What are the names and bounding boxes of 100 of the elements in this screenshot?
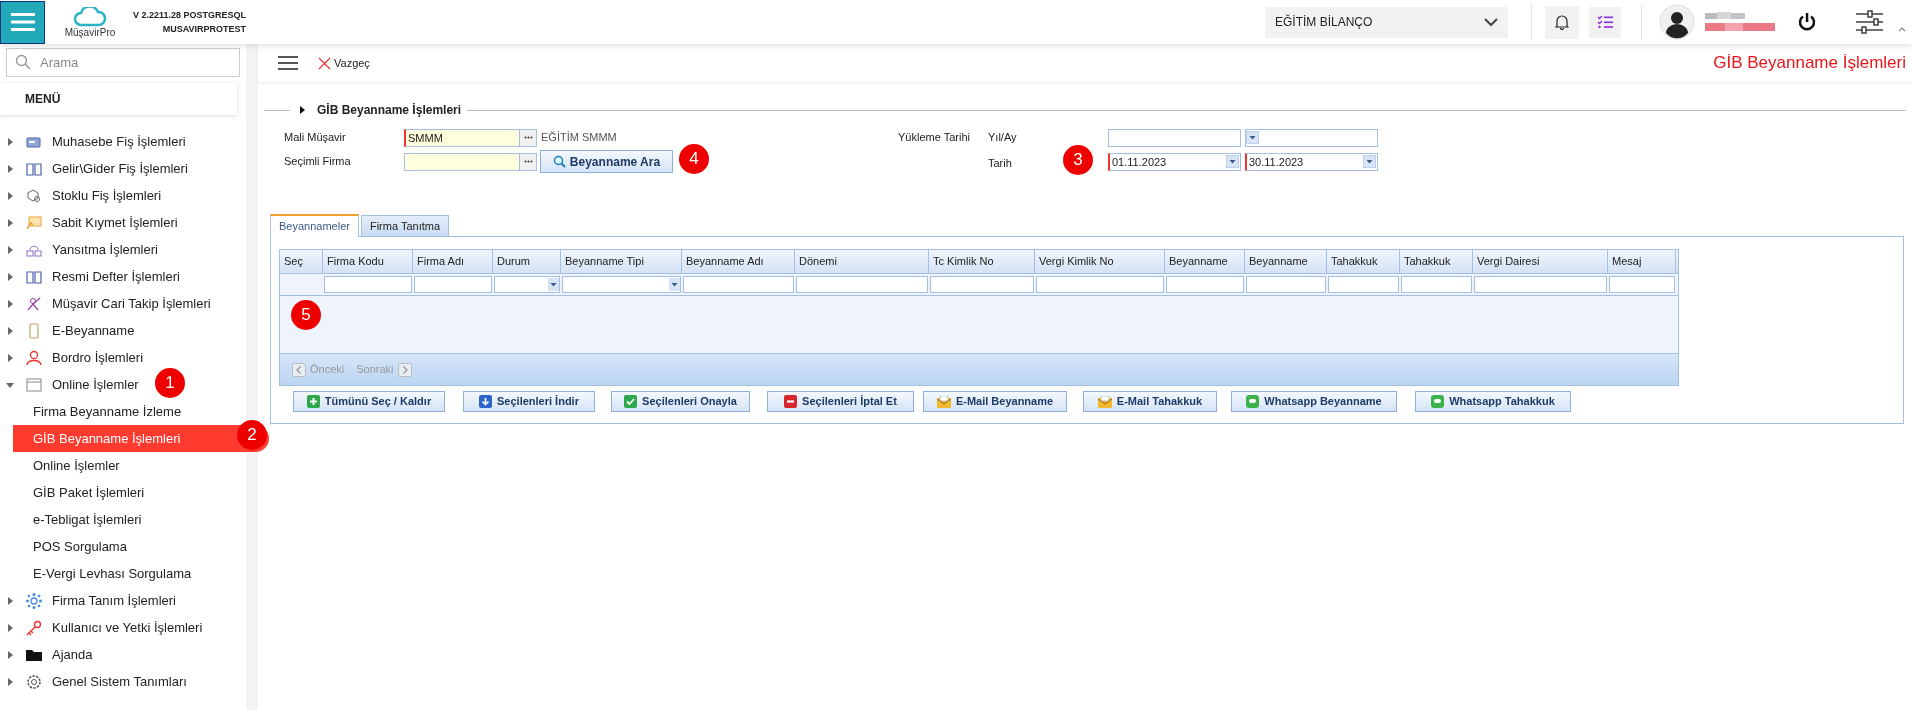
field-label: Yükleme Tarihi	[898, 130, 971, 146]
menu-item[interactable]: Yansıtma İşlemleri	[0, 236, 158, 263]
menu-item[interactable]: Gelir\Gider Fiş İşlemleri	[0, 155, 188, 182]
action-button[interactable]: Seçilenleri Onayla	[611, 391, 750, 412]
column-header[interactable]: Tahakkuk	[1327, 250, 1400, 273]
column-header[interactable]: Dönemi	[795, 250, 929, 273]
menu-button[interactable]	[0, 0, 45, 44]
task-list-button[interactable]	[1589, 6, 1621, 38]
date-dropdown[interactable]: 01.11.2023	[1108, 152, 1241, 171]
lookup-field[interactable]: SMMM	[404, 128, 520, 147]
field-label: Tarih	[988, 156, 1012, 169]
person-chart-icon	[26, 296, 42, 311]
column-header[interactable]: Beyanname Tipi	[561, 250, 682, 273]
menu-item[interactable]: Ajanda	[0, 641, 93, 668]
box-search-icon	[26, 188, 42, 203]
menu-item[interactable]: Genel Sistem Tanımları	[0, 668, 187, 695]
column-header[interactable]: Vergi Dairesi	[1473, 250, 1608, 273]
notifications-button[interactable]	[1545, 5, 1579, 39]
submenu-item[interactable]: POS Sorgulama	[13, 533, 243, 560]
action-button[interactable]: Tümünü Seç / Kaldır	[293, 391, 445, 412]
column-header[interactable]: Vergi Kimlik No	[1035, 250, 1165, 273]
column-header[interactable]: Firma Adı	[413, 250, 493, 273]
filter-field[interactable]	[683, 276, 794, 293]
menu-item[interactable]: E-Beyanname	[0, 317, 135, 344]
menu-item[interactable]: Resmi Defter İşlemleri	[0, 263, 180, 290]
field-label: Seçimli Firma	[284, 154, 352, 170]
filter-field[interactable]	[1401, 276, 1472, 293]
database-text: MUSAVIRPROTEST	[162, 23, 247, 36]
filter-field[interactable]	[1328, 276, 1399, 293]
filter-field[interactable]	[324, 276, 412, 293]
company-dropdown[interactable]: EĞİTİM BİLANÇO	[1265, 6, 1508, 38]
collapse-icon[interactable]	[1898, 27, 1906, 32]
column-header[interactable]: Tc Kimlik No	[929, 250, 1035, 273]
filter-field[interactable]	[796, 276, 928, 293]
month-dropdown[interactable]	[1245, 128, 1378, 147]
column-header[interactable]: Beyanname	[1245, 250, 1327, 273]
action-button[interactable]: E-Mail Beyanname	[923, 391, 1067, 412]
book-icon	[26, 161, 42, 176]
action-button[interactable]: E-Mail Tahakkuk	[1083, 391, 1217, 412]
date-dropdown[interactable]: 30.11.2023	[1245, 152, 1378, 171]
menu-item[interactable]: Muhasebe Fiş İşlemleri	[0, 128, 186, 155]
column-header[interactable]: Seç	[280, 250, 323, 273]
search-button[interactable]: Beyanname Ara	[540, 150, 673, 173]
cancel-button[interactable]: Vazgeç	[318, 54, 370, 72]
filter-field[interactable]	[930, 276, 1034, 293]
blurred-user-name	[1705, 11, 1775, 33]
ellipsis-button[interactable]	[520, 128, 537, 147]
envelope-icon	[936, 395, 951, 408]
tab[interactable]: Firma Tanıtma	[360, 215, 450, 236]
filter-field[interactable]	[1246, 276, 1326, 293]
sliders-icon	[1855, 10, 1883, 34]
menu-item[interactable]: Bordro İşlemleri	[0, 344, 144, 371]
column-header[interactable]: Firma Kodu	[323, 250, 413, 273]
filter-field[interactable]	[1166, 276, 1244, 293]
column-header[interactable]: Mesaj	[1608, 250, 1676, 273]
menu-item[interactable]: Stoklu Fiş İşlemleri	[0, 182, 162, 209]
tab[interactable]: Beyannameler	[270, 214, 359, 237]
download-icon	[479, 395, 493, 408]
menu-item[interactable]: Online İşlemler	[0, 371, 139, 398]
submenu-item[interactable]: e-Tebligat İşlemleri	[13, 506, 243, 533]
year-field[interactable]	[1108, 128, 1241, 147]
chevron-left-icon	[292, 362, 306, 377]
settings-sliders-button[interactable]	[1855, 9, 1883, 35]
search-field[interactable]: Arama	[6, 48, 240, 77]
filter-field[interactable]	[1474, 276, 1607, 293]
filter-field[interactable]	[1609, 276, 1675, 293]
caret-right-icon[interactable]	[300, 106, 305, 114]
field-label: Yıl/Ay	[988, 130, 1018, 146]
action-button[interactable]: Seçilenleri İptal Et	[767, 391, 914, 412]
chevron-down-icon	[1484, 17, 1498, 27]
menu-toggle-icon[interactable]	[278, 56, 298, 70]
menu-item[interactable]: Firma Tanım İşlemleri	[0, 587, 176, 614]
column-header[interactable]: Beyanname Adı	[682, 250, 795, 273]
submenu-item[interactable]: GİB Paket İşlemleri	[13, 479, 243, 506]
menu-item[interactable]: Kullanıcı ve Yetki İşlemleri	[0, 614, 203, 641]
column-header[interactable]: Beyanname	[1165, 250, 1245, 273]
filter-dropdown[interactable]	[562, 276, 681, 293]
menu-item[interactable]: Müşavir Cari Takip İşlemleri	[0, 290, 211, 317]
certificate-icon	[26, 215, 42, 230]
filter-field[interactable]	[414, 276, 492, 293]
menu-icon	[10, 12, 35, 32]
avatar-icon[interactable]	[1659, 4, 1695, 40]
filter-dropdown[interactable]	[494, 276, 560, 293]
minus-icon	[784, 395, 798, 408]
menu-header: MENÜ	[0, 83, 237, 115]
filter-field[interactable]	[1036, 276, 1164, 293]
field-label: Mali Müşavir	[284, 130, 347, 146]
book-icon	[26, 269, 42, 284]
submenu-item[interactable]: E-Vergi Levhası Sorgulama	[13, 560, 243, 587]
column-header[interactable]: Durum	[493, 250, 561, 273]
ellipsis-button[interactable]	[520, 152, 537, 171]
dots-icon	[523, 136, 533, 139]
lookup-field[interactable]	[404, 152, 520, 171]
action-button[interactable]: Seçilenleri İndir	[463, 391, 595, 412]
action-button[interactable]: Whatsapp Beyanname	[1231, 391, 1397, 412]
submenu-item[interactable]: Online İşlemler	[13, 452, 243, 479]
menu-item[interactable]: Sabit Kıymet İşlemleri	[0, 209, 178, 236]
action-button[interactable]: Whatsapp Tahakkuk	[1415, 391, 1571, 412]
search-icon	[15, 54, 31, 70]
column-header[interactable]: Tahakkuk	[1400, 250, 1473, 273]
